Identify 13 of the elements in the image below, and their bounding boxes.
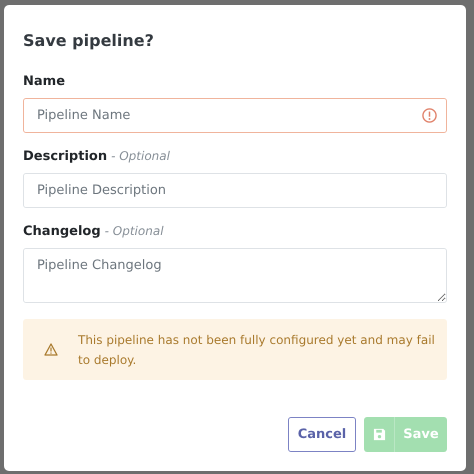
field-label: Description bbox=[23, 149, 108, 164]
warning-icon bbox=[44, 343, 58, 356]
input-field[interactable]: Pipeline Description bbox=[23, 173, 447, 208]
input-field[interactable]: Pipeline Name bbox=[23, 98, 447, 133]
dialog-title: Save pipeline? bbox=[23, 31, 155, 50]
optional-hint: - Optional bbox=[111, 149, 170, 163]
field-label: Changelog bbox=[23, 224, 101, 239]
textarea-field[interactable]: Pipeline Changelog bbox=[23, 248, 447, 303]
cancel-button[interactable]: Cancel bbox=[288, 417, 356, 452]
field-label: Name bbox=[23, 74, 66, 89]
optional-hint: - Optional bbox=[104, 224, 164, 238]
error-icon bbox=[422, 108, 437, 123]
warning-message: This pipeline has not been fully configured yet and may fail to deploy. bbox=[78, 332, 436, 368]
